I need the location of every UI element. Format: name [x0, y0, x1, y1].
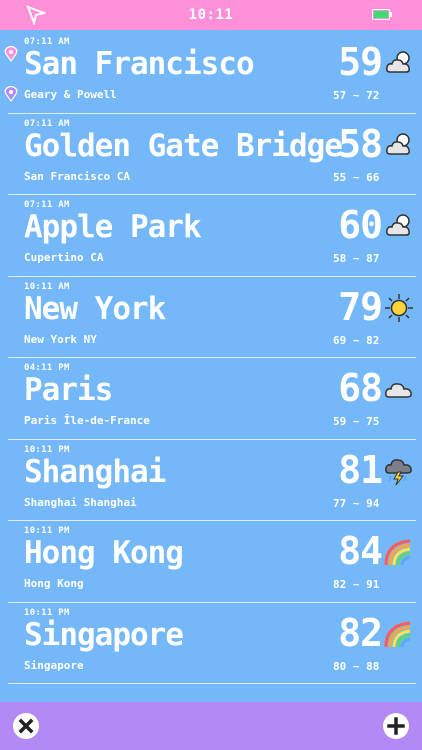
location-detail: Hong Kong: [24, 577, 84, 590]
battery-icon: [372, 9, 392, 20]
location-detail: Shanghai Shanghai: [24, 495, 137, 509]
city-name: New York: [24, 290, 166, 327]
location-row[interactable]: 10:11 PM Singapore Singapore 82 80 ~ 88: [8, 603, 416, 684]
thunderstorm-icon: [385, 458, 412, 485]
city-name: Apple Park: [24, 209, 202, 245]
current-temperature: 58: [338, 121, 383, 166]
location-row[interactable]: 07:11 AM Golden Gate Bridge San Francisc…: [8, 114, 416, 195]
location-row[interactable]: 10:11 PM Shanghai Shanghai Shanghai 81 7…: [8, 440, 416, 521]
cloud-sun-icon: [386, 132, 410, 155]
location-detail: Singapore: [24, 658, 84, 672]
location-detail: Geary & Powell: [24, 88, 117, 101]
status-bar: 10:11: [0, 0, 422, 30]
current-temperature: 60: [338, 203, 383, 247]
location-detail: Paris Île-de-France: [24, 414, 150, 427]
temperature-range: 69 ~ 82: [333, 333, 380, 347]
location-row[interactable]: 07:11 AM Apple Park Cupertino CA 60 58 ~…: [8, 195, 416, 277]
temperature-range: 55 ~ 66: [333, 170, 380, 184]
current-temperature: 68: [338, 366, 383, 410]
location-detail: New York NY: [24, 332, 97, 346]
rainbow-icon: [384, 621, 411, 647]
temperature-range: 77 ~ 94: [333, 496, 380, 510]
status-time: 10:11: [188, 7, 234, 23]
location-row[interactable]: 10:11 AM New York New York NY 79 69 ~ 82: [8, 277, 416, 358]
cloud-sun-icon: [386, 214, 410, 236]
current-temperature: 84: [338, 529, 383, 573]
city-name: San Francisco: [24, 46, 255, 82]
rainbow-icon: [384, 539, 411, 566]
temperature-range: 57 ~ 72: [333, 89, 380, 102]
city-name: Hong Kong: [24, 535, 184, 571]
city-name: Shanghai: [24, 453, 166, 490]
location-arrow-icon: [26, 5, 46, 25]
sun-icon: [385, 293, 413, 322]
current-temperature: 82: [338, 610, 383, 655]
cloud-icon: [385, 383, 412, 398]
city-name: Paris: [24, 372, 113, 408]
city-name: Singapore: [24, 616, 184, 653]
add-location-button[interactable]: [382, 712, 410, 740]
temperature-range: 58 ~ 87: [333, 252, 380, 265]
location-detail: Cupertino CA: [24, 251, 104, 264]
location-detail: San Francisco CA: [24, 169, 130, 183]
temperature-range: 80 ~ 88: [333, 659, 380, 673]
current-temperature: 59: [338, 40, 383, 84]
location-row[interactable]: 04:11 PM Paris Paris Île-de-France 68 59…: [8, 358, 416, 440]
location-row[interactable]: 07:11 AM San Francisco Geary & Powell 59…: [8, 32, 416, 114]
current-temperature: 81: [338, 447, 383, 492]
bottom-toolbar: [0, 702, 422, 750]
current-temperature: 79: [338, 284, 383, 329]
close-button[interactable]: [12, 712, 40, 740]
city-name: Golden Gate Bridge: [24, 127, 343, 164]
location-list: 07:11 AM San Francisco Geary & Powell 59…: [0, 32, 422, 684]
temperature-range: 82 ~ 91: [333, 578, 380, 591]
location-pin-icon: [4, 86, 18, 102]
location-row[interactable]: 10:11 PM Hong Kong Hong Kong 84 82 ~ 91: [8, 521, 416, 603]
temperature-range: 59 ~ 75: [333, 415, 380, 428]
cloud-sun-icon: [386, 51, 410, 73]
location-pin-icon: [4, 46, 18, 62]
